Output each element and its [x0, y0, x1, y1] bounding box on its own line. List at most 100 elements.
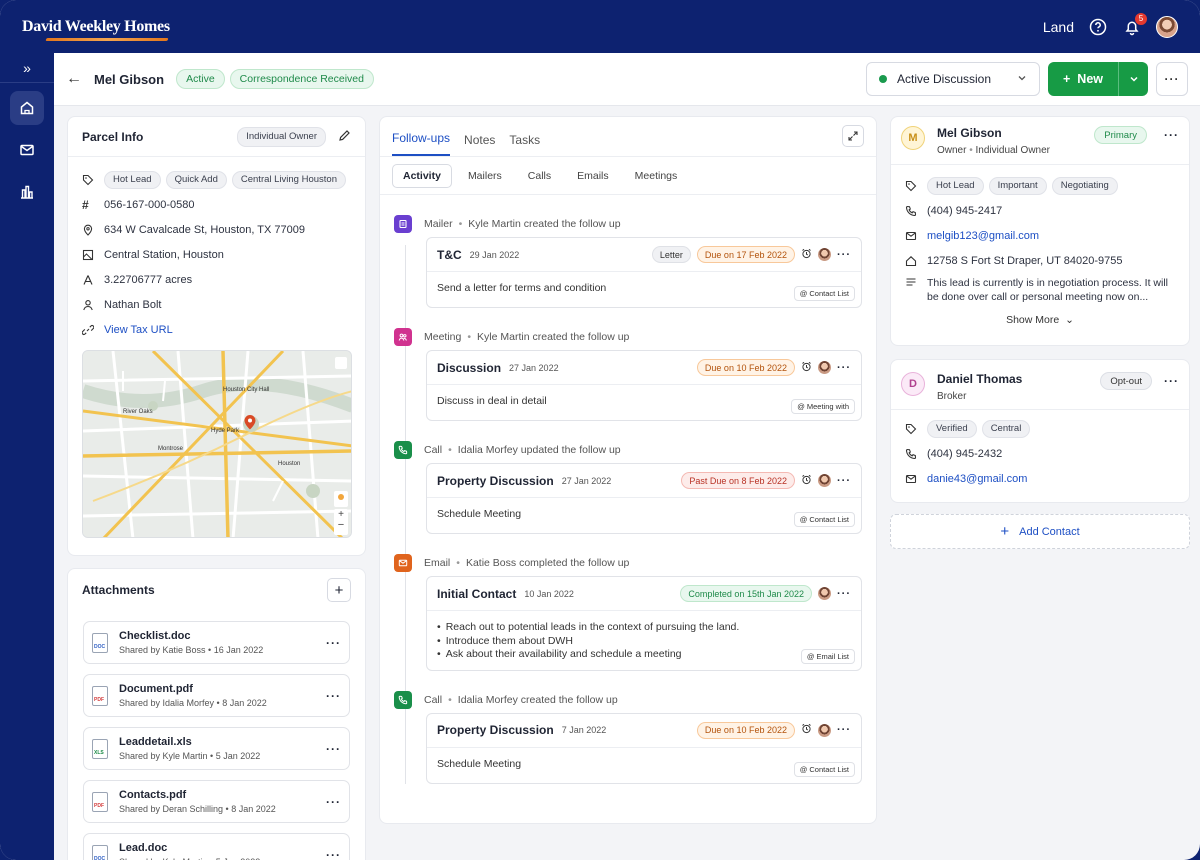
plus-icon: + — [1000, 523, 1010, 540]
attachment-name[interactable]: Document.pdf — [119, 683, 267, 695]
tab-followups[interactable]: Follow-ups — [392, 131, 451, 156]
expand-sidebar-icon[interactable]: » — [0, 53, 54, 83]
nav-home-icon[interactable] — [10, 91, 44, 125]
followup-more-icon[interactable]: ··· — [837, 724, 851, 736]
contact-phone[interactable]: (404) 945-2417 — [927, 205, 1002, 217]
contact-address: 12758 S Fort St Draper, UT 84020-9755 — [927, 254, 1123, 267]
context-tag[interactable]: @ Meeting with — [791, 399, 855, 414]
followup-title[interactable]: Initial Contact — [437, 587, 516, 601]
attachment-name[interactable]: Leaddetail.xls — [119, 736, 260, 748]
subtab-activity[interactable]: Activity — [392, 163, 452, 188]
parcel-card-header: Parcel Info Individual Owner — [68, 117, 365, 157]
contact-note-row: This lead is currently is in negotiation… — [891, 273, 1189, 304]
attachment-more-icon[interactable]: ··· — [326, 848, 341, 860]
followup-title[interactable]: T&C — [437, 248, 462, 262]
followup-card[interactable]: T&C 29 Jan 2022 Letter Due on 17 Feb 2022 ··… — [426, 237, 862, 308]
followup-more-icon[interactable]: ··· — [837, 362, 851, 374]
at-icon: @ — [799, 289, 808, 298]
followup-more-icon[interactable]: ··· — [837, 588, 851, 600]
back-arrow-icon[interactable]: ← — [66, 70, 82, 88]
attachment-name[interactable]: Checklist.doc — [119, 630, 263, 642]
assignee-avatar[interactable] — [818, 723, 831, 737]
contact-card-broker: D Daniel Thomas Broker Opt-out ··· Verif… — [890, 359, 1190, 503]
contact-email-row: danie43@gmail.com — [891, 466, 1189, 491]
status-select[interactable]: Active Discussion — [865, 62, 1040, 96]
subtab-emails[interactable]: Emails — [567, 164, 619, 188]
assignee-avatar[interactable] — [818, 587, 831, 600]
contact-more-icon[interactable]: ··· — [1164, 128, 1179, 142]
contact-phone[interactable]: (404) 945-2432 — [927, 448, 1002, 460]
contact-name[interactable]: Mel Gibson — [937, 126, 1050, 140]
context-tag-label: Meeting with — [806, 402, 849, 411]
contact-email-row: melgib123@gmail.com — [891, 223, 1189, 248]
followup-type-tag: Letter — [651, 246, 691, 263]
followup-header: Mailer • Kyle Martin created the follow up — [394, 215, 860, 233]
user-avatar[interactable] — [1156, 15, 1178, 38]
contact-email-link[interactable]: danie43@gmail.com — [927, 473, 1027, 485]
tab-notes[interactable]: Notes — [464, 133, 495, 156]
subtab-meetings[interactable]: Meetings — [625, 164, 688, 188]
add-contact-button[interactable]: + Add Contact — [890, 514, 1190, 549]
contact-more-icon[interactable]: ··· — [1164, 374, 1179, 388]
reminder-alarm-icon[interactable] — [801, 248, 812, 262]
edit-pencil-icon[interactable] — [338, 129, 351, 145]
context-tag[interactable]: @ Email List — [800, 648, 855, 664]
context-tag[interactable]: @ Contact List — [793, 512, 855, 527]
context-tag[interactable]: @ Contact List — [793, 286, 855, 301]
followup-card[interactable]: Property Discussion 27 Jan 2022 Past Due o… — [426, 463, 862, 534]
attachment-more-icon[interactable]: ··· — [326, 795, 341, 809]
followup-title[interactable]: Property Discussion — [437, 474, 554, 488]
followup-more-icon[interactable]: ··· — [837, 475, 851, 487]
followup-actions: Due on 10 Feb 2022 ··· — [696, 721, 851, 739]
subtab-calls[interactable]: Calls — [518, 164, 561, 188]
nav-reports-icon[interactable] — [10, 175, 44, 209]
context-switch[interactable]: Land — [1043, 19, 1074, 35]
contact-email-link[interactable]: melgib123@gmail.com — [927, 230, 1039, 242]
expand-icon[interactable] — [842, 125, 864, 147]
new-dropdown-chevron-icon[interactable] — [1118, 62, 1148, 96]
followup-card[interactable]: Property Discussion 7 Jan 2022 Due on 10 F… — [426, 712, 862, 784]
attachment-item[interactable]: DOCLead.docShared by Kyle Martin • 5 Jan… — [83, 833, 350, 860]
attachment-item[interactable]: PDF Document.pdf Shared by Idalia Morfey •… — [83, 674, 350, 717]
meeting-type-icon — [394, 328, 412, 346]
followup-bullet: Reach out to potential leads in the cont… — [437, 621, 851, 635]
attachment-item[interactable]: PDF Contacts.pdf Shared by Deran Schilling… — [83, 780, 350, 823]
attachment-name[interactable]: Contacts.pdf — [119, 789, 276, 801]
reminder-alarm-icon[interactable] — [801, 723, 812, 737]
parcel-map[interactable]: − + Houston City Hall Hyde Park River Oa… — [82, 350, 352, 538]
notifications-bell-icon[interactable]: 5 — [1122, 12, 1147, 37]
attachment-name[interactable]: Lead.doc — [119, 842, 260, 854]
assignee-avatar[interactable] — [818, 361, 831, 374]
new-button[interactable]: + New — [1048, 62, 1118, 96]
followup-title[interactable]: Property Discussion — [437, 723, 554, 737]
context-tag[interactable]: @ Contact List — [793, 761, 855, 777]
help-icon[interactable] — [1088, 17, 1108, 37]
attachments-title: Attachments — [82, 583, 155, 597]
attachment-more-icon[interactable]: ··· — [326, 636, 341, 650]
add-attachment-plus-icon[interactable]: + — [327, 578, 351, 602]
followup-more-icon[interactable]: ··· — [837, 249, 851, 261]
nav-mail-icon[interactable] — [10, 133, 44, 167]
tab-tasks[interactable]: Tasks — [509, 133, 540, 156]
more-options-button[interactable]: ··· — [1156, 62, 1188, 96]
assignee-avatar[interactable] — [818, 474, 831, 487]
assignee-avatar[interactable] — [818, 248, 831, 261]
followup-card[interactable]: Discussion 27 Jan 2022 Due on 10 Feb 2022 ·… — [426, 350, 862, 421]
view-tax-url-link[interactable]: View Tax URL — [104, 324, 173, 336]
attachment-more-icon[interactable]: ··· — [326, 742, 341, 756]
reminder-alarm-icon[interactable] — [801, 361, 812, 375]
attachment-more-icon[interactable]: ··· — [326, 689, 341, 703]
show-more-button[interactable]: Show More ⌄ — [891, 314, 1189, 326]
followup-card[interactable]: Initial Contact 10 Jan 2022 Completed on 1… — [426, 576, 862, 671]
contact-role-detail: Individual Owner — [975, 145, 1051, 156]
reminder-alarm-icon[interactable] — [801, 474, 812, 488]
due-date-badge: Due on 10 Feb 2022 — [696, 359, 795, 376]
subtab-mailers[interactable]: Mailers — [458, 164, 512, 188]
attachment-item[interactable]: XLS Leaddetail.xls Shared by Kyle Martin •… — [83, 727, 350, 770]
followup-card-top: Discussion 27 Jan 2022 Due on 10 Feb 2022 ·… — [427, 351, 861, 385]
attachment-item[interactable]: DOC Checklist.doc Shared by Katie Boss • 1… — [83, 621, 350, 664]
brand-logo[interactable]: David Weekley Homes — [22, 18, 170, 36]
parcel-tax-row: View Tax URL — [68, 317, 365, 342]
contact-name[interactable]: Daniel Thomas — [937, 372, 1022, 386]
followup-title[interactable]: Discussion — [437, 361, 501, 375]
